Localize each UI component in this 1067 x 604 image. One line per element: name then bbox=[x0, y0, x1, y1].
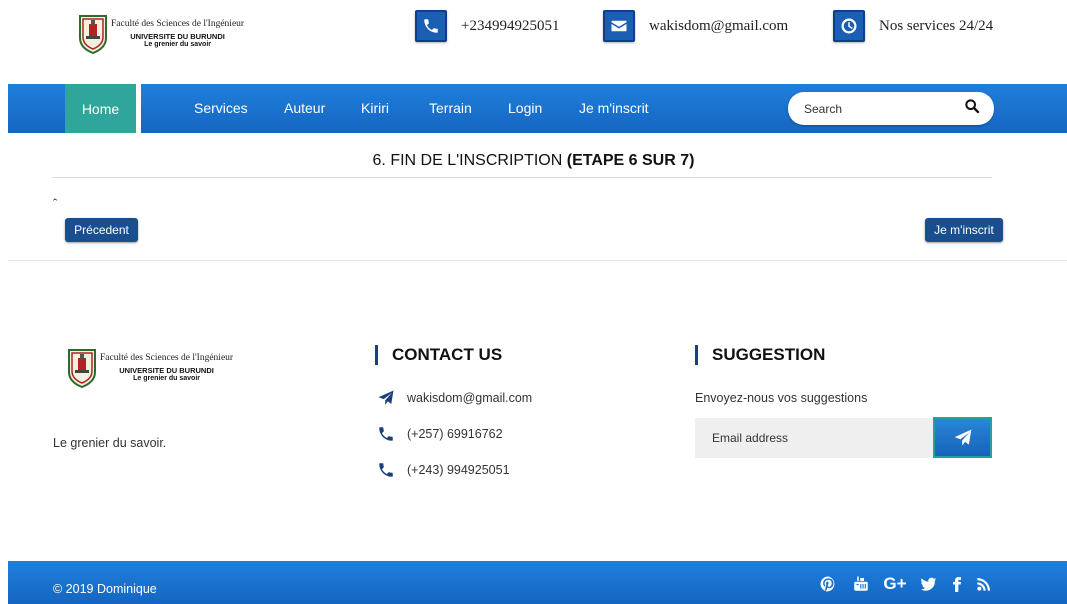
page-title-prefix: 6. FIN DE L'INSCRIPTION bbox=[372, 152, 567, 169]
logo-faculty-name: Faculté des Sciences de l'Ingénieur bbox=[111, 18, 245, 29]
content-divider bbox=[8, 260, 1067, 261]
paper-plane-icon bbox=[954, 429, 971, 445]
google-plus-icon[interactable]: G+ bbox=[880, 574, 910, 594]
nav-item-register[interactable]: Je m'inscrit bbox=[579, 84, 649, 133]
footer-logo-motto: Le grenier du savoir bbox=[133, 374, 200, 382]
pinterest-icon[interactable] bbox=[818, 574, 838, 594]
search-input[interactable] bbox=[804, 101, 954, 116]
envelope-icon bbox=[603, 10, 635, 42]
top-phone-text: +234994925051 bbox=[461, 17, 560, 34]
logo-university-name: UNIVERSITE DU BURUNDI bbox=[130, 31, 225, 41]
nav-active-divider bbox=[136, 84, 141, 133]
suggestion-text: Envoyez-nous vos suggestions bbox=[695, 391, 868, 405]
rss-icon[interactable] bbox=[974, 574, 994, 594]
nav-item-services[interactable]: Services bbox=[194, 84, 248, 133]
register-button[interactable]: Je m'inscrit bbox=[925, 218, 1003, 242]
phone-icon bbox=[415, 10, 447, 42]
contact-phone-2-text: (+243) 994925051 bbox=[407, 463, 510, 477]
footer-logo: Faculté des Sciences de l'Ingénieur UNIV… bbox=[67, 348, 234, 389]
paper-plane-icon bbox=[378, 390, 394, 405]
footer-tagline: Le grenier du savoir. bbox=[53, 436, 167, 450]
phone-icon bbox=[379, 463, 393, 477]
twitter-icon[interactable] bbox=[917, 574, 939, 594]
top-phone: +234994925051 bbox=[415, 10, 559, 42]
footer-logo-university-name: UNIVERSITE DU BURUNDI bbox=[119, 365, 214, 375]
phone-icon bbox=[379, 427, 393, 441]
nav-item-login[interactable]: Login bbox=[508, 84, 542, 133]
contact-phone-1: (+257) 69916762 bbox=[376, 425, 503, 443]
clock-icon bbox=[833, 10, 865, 42]
nav-item-home[interactable]: Home bbox=[65, 84, 136, 133]
contact-heading: CONTACT US bbox=[375, 345, 502, 365]
top-email-text: wakisdom@gmail.com bbox=[649, 17, 789, 34]
top-email: wakisdom@gmail.com bbox=[603, 10, 788, 42]
youtube-icon[interactable] bbox=[851, 574, 871, 594]
page-title: 6. FIN DE L'INSCRIPTION (ETAPE 6 SUR 7) bbox=[0, 152, 1067, 170]
contact-email: wakisdom@gmail.com bbox=[376, 389, 532, 407]
top-hours-text: Nos services 24/24 bbox=[879, 17, 994, 34]
contact-phone-1-text: (+257) 69916762 bbox=[407, 427, 503, 441]
logo-motto: Le grenier du savoir bbox=[144, 40, 211, 48]
top-hours: Nos services 24/24 bbox=[833, 10, 993, 42]
page-title-step: (ETAPE 6 SUR 7) bbox=[566, 152, 695, 169]
send-suggestion-button[interactable] bbox=[933, 417, 992, 458]
footer-logo-faculty-name: Faculté des Sciences de l'Ingénieur bbox=[100, 352, 234, 363]
search-box bbox=[788, 92, 994, 125]
top-header: Faculté des Sciences de l'Ingénieur UNIV… bbox=[0, 0, 1067, 84]
main-navbar: Home Services Auteur Kiriri Terrain Logi… bbox=[8, 84, 1067, 133]
suggestion-email-input[interactable] bbox=[695, 418, 933, 458]
title-divider bbox=[52, 177, 992, 178]
footer-bar: © 2019 Dominique G+ bbox=[8, 561, 1067, 604]
contact-email-text[interactable]: wakisdom@gmail.com bbox=[407, 391, 532, 405]
contact-phone-2: (+243) 994925051 bbox=[376, 461, 510, 479]
nav-item-kiriri[interactable]: Kiriri bbox=[361, 84, 389, 133]
previous-button[interactable]: Précedent bbox=[65, 218, 138, 242]
copyright-text: © 2019 Dominique bbox=[53, 582, 157, 596]
nav-item-terrain[interactable]: Terrain bbox=[429, 84, 472, 133]
footer-crest-icon bbox=[67, 348, 97, 389]
facebook-icon[interactable] bbox=[949, 574, 965, 594]
university-logo[interactable]: Faculté des Sciences de l'Ingénieur UNIV… bbox=[78, 14, 245, 55]
crest-icon bbox=[78, 14, 108, 55]
search-icon[interactable] bbox=[964, 98, 980, 119]
nav-item-auteur[interactable]: Auteur bbox=[284, 84, 325, 133]
suggestion-heading: SUGGESTION bbox=[695, 345, 825, 365]
caret-up-icon[interactable]: ˆ bbox=[53, 196, 57, 211]
